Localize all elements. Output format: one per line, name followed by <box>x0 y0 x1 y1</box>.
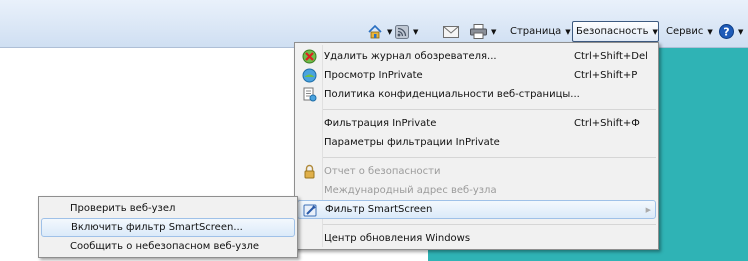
submenu-item-report-unsafe[interactable]: Сообщить о небезопасном веб-узле <box>41 237 295 256</box>
feeds-button[interactable]: ▼ <box>392 21 421 42</box>
menu-item-label: Политика конфиденциальности веб-страницы… <box>324 89 580 100</box>
chevron-down-icon[interactable]: ▼ <box>738 28 743 36</box>
safety-menu-label: Безопасность <box>576 26 649 37</box>
tools-menu-label: Сервис <box>666 26 704 37</box>
page-menu-label: Страница <box>510 26 562 37</box>
menu-item-label: Сообщить о небезопасном веб-узле <box>70 241 260 252</box>
menu-item-label: Центр обновления Windows <box>324 233 471 244</box>
rss-feeds-icon <box>395 24 409 39</box>
safety-menu: Удалить журнал обозревателя... Ctrl+Shif… <box>294 42 659 250</box>
menu-item-windows-update[interactable]: Центр обновления Windows <box>297 229 656 248</box>
menu-item-inprivate-browsing[interactable]: Просмотр InPrivate Ctrl+Shift+P <box>297 66 656 85</box>
help-button[interactable]: ? ▼ <box>716 21 746 42</box>
safety-menu-button[interactable]: Безопасность ▼ <box>572 21 659 42</box>
read-mail-button[interactable] <box>440 21 462 42</box>
print-button[interactable]: ▼ <box>467 21 499 42</box>
inprivate-icon <box>302 68 317 83</box>
command-bar: ▼ ▼ ▼ Страница ▼ Безопасность ▼ Сервис ▼… <box>0 0 748 48</box>
menu-separator <box>323 224 656 225</box>
menu-item-label: Включить фильтр SmartScreen... <box>71 222 243 233</box>
chevron-down-icon: ▼ <box>707 27 713 36</box>
menu-item-label: Фильтр SmartScreen <box>325 204 433 215</box>
menu-item-security-report: Отчет о безопасности <box>297 162 656 181</box>
menu-item-smartscreen-filter[interactable]: Фильтр SmartScreen ▶ <box>297 200 656 219</box>
menu-item-delete-history[interactable]: Удалить журнал обозревателя... Ctrl+Shif… <box>297 47 656 66</box>
menu-item-label: Фильтрация InPrivate <box>324 118 437 129</box>
menu-separator <box>323 109 656 110</box>
shortcut-text: Ctrl+Shift+P <box>574 70 638 81</box>
menu-item-privacy-policy[interactable]: Политика конфиденциальности веб-страницы… <box>297 85 656 104</box>
menu-item-label: Международный адрес веб-узла <box>324 185 497 196</box>
menu-item-label: Параметры фильтрации InPrivate <box>324 137 500 148</box>
help-icon: ? <box>719 24 734 39</box>
home-icon <box>368 24 382 38</box>
mail-icon <box>443 25 459 38</box>
submenu-item-enable-smartscreen[interactable]: Включить фильтр SmartScreen... <box>41 218 295 237</box>
delete-history-icon <box>302 49 317 64</box>
printer-icon <box>470 24 487 39</box>
chevron-down-icon: ▼ <box>652 27 658 36</box>
smartscreen-submenu: Проверить веб-узел Включить фильтр Smart… <box>38 196 298 258</box>
privacy-policy-icon <box>303 87 317 102</box>
shortcut-text: Ctrl+Shift+Ф <box>574 118 640 129</box>
menu-item-label: Проверить веб-узел <box>70 203 176 214</box>
home-button[interactable]: ▼ <box>364 21 395 42</box>
menu-item-inprivate-filtering[interactable]: Фильтрация InPrivate Ctrl+Shift+Ф <box>297 114 656 133</box>
svg-text:?: ? <box>723 26 729 39</box>
menu-item-label: Отчет о безопасности <box>324 166 441 177</box>
chevron-down-icon: ▼ <box>565 27 571 36</box>
menu-item-inprivate-filtering-settings[interactable]: Параметры фильтрации InPrivate <box>297 133 656 152</box>
smartscreen-icon <box>303 204 317 217</box>
menu-item-label: Просмотр InPrivate <box>324 70 423 81</box>
submenu-arrow-icon: ▶ <box>645 205 651 214</box>
chevron-down-icon[interactable]: ▼ <box>491 28 496 36</box>
lock-icon <box>304 164 315 179</box>
menu-separator <box>323 157 656 158</box>
chevron-down-icon[interactable]: ▼ <box>413 28 418 36</box>
submenu-item-check-website[interactable]: Проверить веб-узел <box>41 199 295 218</box>
menu-item-international-address: Международный адрес веб-узла <box>297 181 656 200</box>
menu-item-label: Удалить журнал обозревателя... <box>324 51 497 62</box>
tools-menu-button[interactable]: Сервис ▼ <box>663 21 716 42</box>
page-menu-button[interactable]: Страница ▼ <box>507 21 574 42</box>
shortcut-text: Ctrl+Shift+Del <box>574 51 648 62</box>
